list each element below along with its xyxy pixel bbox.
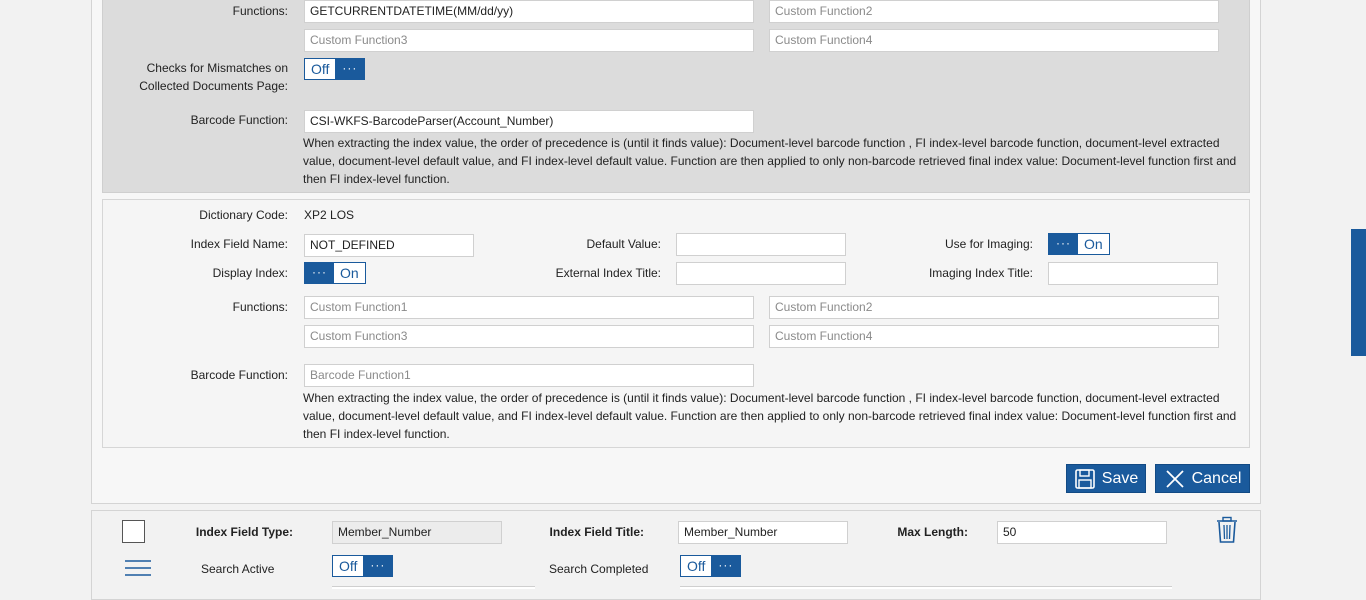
trash-icon[interactable]	[1215, 516, 1239, 544]
function2-input[interactable]: Custom Function2	[769, 0, 1219, 23]
functions-label: Functions:	[232, 300, 288, 314]
search-completed-toggle[interactable]: Off ···	[680, 555, 742, 577]
index-field-name-input[interactable]: NOT_DEFINED	[304, 234, 474, 257]
save-button[interactable]: Save	[1066, 464, 1146, 493]
function4-input[interactable]: Custom Function4	[769, 325, 1219, 348]
use-for-imaging-toggle[interactable]: ··· On	[1048, 233, 1110, 255]
row-select-checkbox[interactable]	[122, 520, 145, 543]
precedence-help-text: When extracting the index value, the ord…	[303, 391, 1237, 441]
mismatch-label-line2: Collected Documents Page:	[139, 79, 288, 93]
barcode-function-input[interactable]: CSI-WKFS-BarcodeParser(Account_Number)	[304, 110, 754, 133]
cancel-button-label: Cancel	[1191, 469, 1242, 487]
floppy-disk-icon	[1074, 468, 1095, 489]
mismatch-label-line1: Checks for Mismatches on	[146, 61, 288, 75]
toggle-state-text: Off	[339, 558, 358, 574]
toggle-state-text: Off	[311, 61, 330, 77]
imaging-index-title-input[interactable]	[1048, 262, 1218, 285]
function2-input[interactable]: Custom Function2	[769, 296, 1219, 319]
toggle-handle: ···	[363, 556, 393, 576]
index-field-type-label: Index Field Type:	[195, 525, 293, 539]
toggle-handle: ···	[335, 59, 365, 79]
barcode-function-label: Barcode Function:	[190, 113, 288, 127]
function4-input[interactable]: Custom Function4	[769, 29, 1219, 52]
max-length-label: Max Length:	[897, 525, 968, 539]
function1-input[interactable]: Custom Function1	[304, 296, 754, 319]
mismatch-toggle[interactable]: Off ···	[304, 58, 366, 80]
search-completed-label: Search Completed	[549, 562, 649, 576]
display-index-label: Display Index:	[212, 266, 288, 280]
toggle-handle: ···	[711, 556, 741, 576]
index-field-title-label: Index Field Title:	[549, 525, 644, 539]
barcode-function-input[interactable]: Barcode Function1	[304, 364, 754, 387]
search-active-label: Search Active	[201, 562, 275, 576]
external-index-title-label: External Index Title:	[555, 266, 661, 280]
use-for-imaging-label: Use for Imaging:	[944, 237, 1033, 251]
display-index-toggle[interactable]: ··· On	[304, 262, 366, 284]
dictionary-code-value: XP2 LOS	[304, 208, 355, 222]
function3-input[interactable]: Custom Function3	[304, 325, 754, 348]
precedence-help-text: When extracting the index value, the ord…	[303, 136, 1237, 186]
barcode-function-label: Barcode Function:	[190, 368, 288, 382]
drag-handle-icon[interactable]	[125, 559, 151, 577]
index-field-title-input[interactable]: Member_Number	[678, 521, 848, 544]
search-active-toggle[interactable]: Off ···	[332, 555, 394, 577]
save-button-label: Save	[1101, 469, 1139, 487]
default-value-label: Default Value:	[586, 237, 662, 251]
toggle-state-text: On	[1084, 236, 1103, 252]
function3-input[interactable]: Custom Function3	[304, 29, 754, 52]
toggle-state-text: On	[340, 265, 359, 281]
imaging-index-title-label: Imaging Index Title:	[928, 266, 1033, 280]
index-field-name-label: Index Field Name:	[190, 237, 288, 251]
side-drawer-tab[interactable]	[1351, 229, 1366, 356]
cancel-button[interactable]: Cancel	[1155, 464, 1250, 493]
toggle-state-text: Off	[687, 558, 706, 574]
index-field-type-value: Member_Number	[332, 521, 502, 544]
dictionary-code-label: Dictionary Code:	[199, 208, 288, 222]
close-icon	[1165, 469, 1184, 488]
toggle-handle: ···	[1049, 234, 1078, 254]
functions-label: Functions:	[232, 4, 288, 18]
external-index-title-input[interactable]	[676, 262, 846, 285]
toggle-handle: ···	[305, 263, 334, 283]
max-length-input[interactable]: 50	[997, 521, 1167, 544]
function1-input[interactable]: GETCURRENTDATETIME(MM/dd/yy)	[304, 0, 754, 23]
default-value-input[interactable]	[676, 233, 846, 256]
